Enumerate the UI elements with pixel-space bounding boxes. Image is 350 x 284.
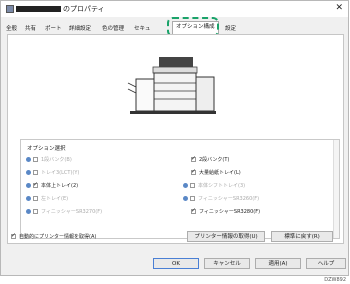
fetch-printer-info-button[interactable]: プリンター情報の取得(U) bbox=[187, 231, 265, 242]
title-bar: のプロパティ ✕ bbox=[1, 1, 348, 17]
option-2-tray-bank[interactable]: 2段バンク(T) bbox=[191, 155, 229, 163]
info-icon bbox=[183, 196, 188, 201]
option-tray3-lct[interactable]: トレイ3(LCT)(Y) bbox=[26, 169, 79, 176]
info-icon bbox=[26, 183, 31, 188]
option-configuration-panel: オプション選択 1段バンク(B) 2段バンク(T) トレイ3(LCT)(Y) 大… bbox=[7, 34, 344, 244]
tab-security[interactable]: セキュ bbox=[134, 24, 151, 32]
tab-sharing[interactable]: 共有 bbox=[25, 24, 36, 32]
checkbox[interactable] bbox=[191, 168, 196, 175]
info-icon bbox=[26, 157, 31, 162]
info-icon bbox=[183, 183, 188, 188]
checkbox[interactable] bbox=[33, 209, 38, 214]
checkbox[interactable] bbox=[191, 155, 196, 162]
tab-advanced[interactable]: 詳細設定 bbox=[69, 24, 91, 32]
checkbox[interactable] bbox=[33, 170, 38, 175]
option-finisher-sr3280[interactable]: フィニッシャーSR3280(F) bbox=[191, 207, 260, 215]
figure-code: DZW892 bbox=[324, 277, 346, 283]
checkbox[interactable] bbox=[33, 181, 38, 188]
checkbox[interactable] bbox=[33, 196, 38, 201]
option-1-tray-bank[interactable]: 1段バンク(B) bbox=[26, 156, 72, 163]
checkbox[interactable] bbox=[33, 157, 38, 162]
printer-properties-window: のプロパティ ✕ 全般 共有 ポート 詳細設定 色の管理 セキュ オプション構成… bbox=[0, 0, 349, 276]
printer-app-icon bbox=[6, 5, 14, 13]
tab-port[interactable]: ポート bbox=[45, 24, 62, 32]
close-icon[interactable]: ✕ bbox=[335, 3, 343, 13]
info-icon bbox=[26, 170, 31, 175]
window-title: のプロパティ bbox=[63, 5, 105, 13]
option-group-title: オプション選択 bbox=[27, 146, 66, 152]
checkbox[interactable] bbox=[190, 183, 195, 188]
tab-color-management[interactable]: 色の管理 bbox=[102, 24, 124, 32]
apply-button[interactable]: 適用(A) bbox=[255, 258, 301, 269]
auto-fetch-label: 自動的にプリンター情報を取得(A) bbox=[19, 234, 97, 240]
option-finisher-sr3270[interactable]: フィニッシャーSR3270(F) bbox=[26, 208, 102, 215]
info-icon bbox=[26, 209, 31, 214]
info-icon bbox=[26, 196, 31, 201]
tab-general[interactable]: 全般 bbox=[6, 24, 17, 32]
option-internal-shift-tray[interactable]: 本体シフトトレイ(3) bbox=[183, 182, 245, 189]
cancel-button[interactable]: キャンセル bbox=[204, 258, 250, 269]
checkbox[interactable] bbox=[191, 207, 196, 214]
auto-fetch-checkbox[interactable] bbox=[11, 232, 16, 239]
option-left-tray[interactable]: 左トレイ(E) bbox=[26, 195, 68, 202]
options-scrollbar[interactable] bbox=[333, 140, 339, 238]
option-finisher-sr3260[interactable]: フィニッシャーSR3260(F) bbox=[183, 195, 259, 202]
option-selection-group: オプション選択 1段バンク(B) 2段バンク(T) トレイ3(LCT)(Y) 大… bbox=[20, 139, 340, 239]
printer-illustration bbox=[127, 57, 216, 114]
option-internal-upper-tray[interactable]: 本体上トレイ(2) bbox=[26, 181, 78, 189]
help-button[interactable]: ヘルプ bbox=[306, 258, 346, 269]
ok-button[interactable]: OK bbox=[153, 258, 199, 269]
checkbox[interactable] bbox=[190, 196, 195, 201]
option-large-capacity-tray[interactable]: 大量給紙トレイ(L) bbox=[191, 168, 241, 176]
auto-fetch-printer-info[interactable]: 自動的にプリンター情報を取得(A) bbox=[11, 232, 97, 240]
tab-settings[interactable]: 設定 bbox=[225, 24, 236, 32]
redacted-printer-name bbox=[16, 6, 61, 12]
reset-defaults-button[interactable]: 標準に戻す(R) bbox=[271, 231, 333, 242]
